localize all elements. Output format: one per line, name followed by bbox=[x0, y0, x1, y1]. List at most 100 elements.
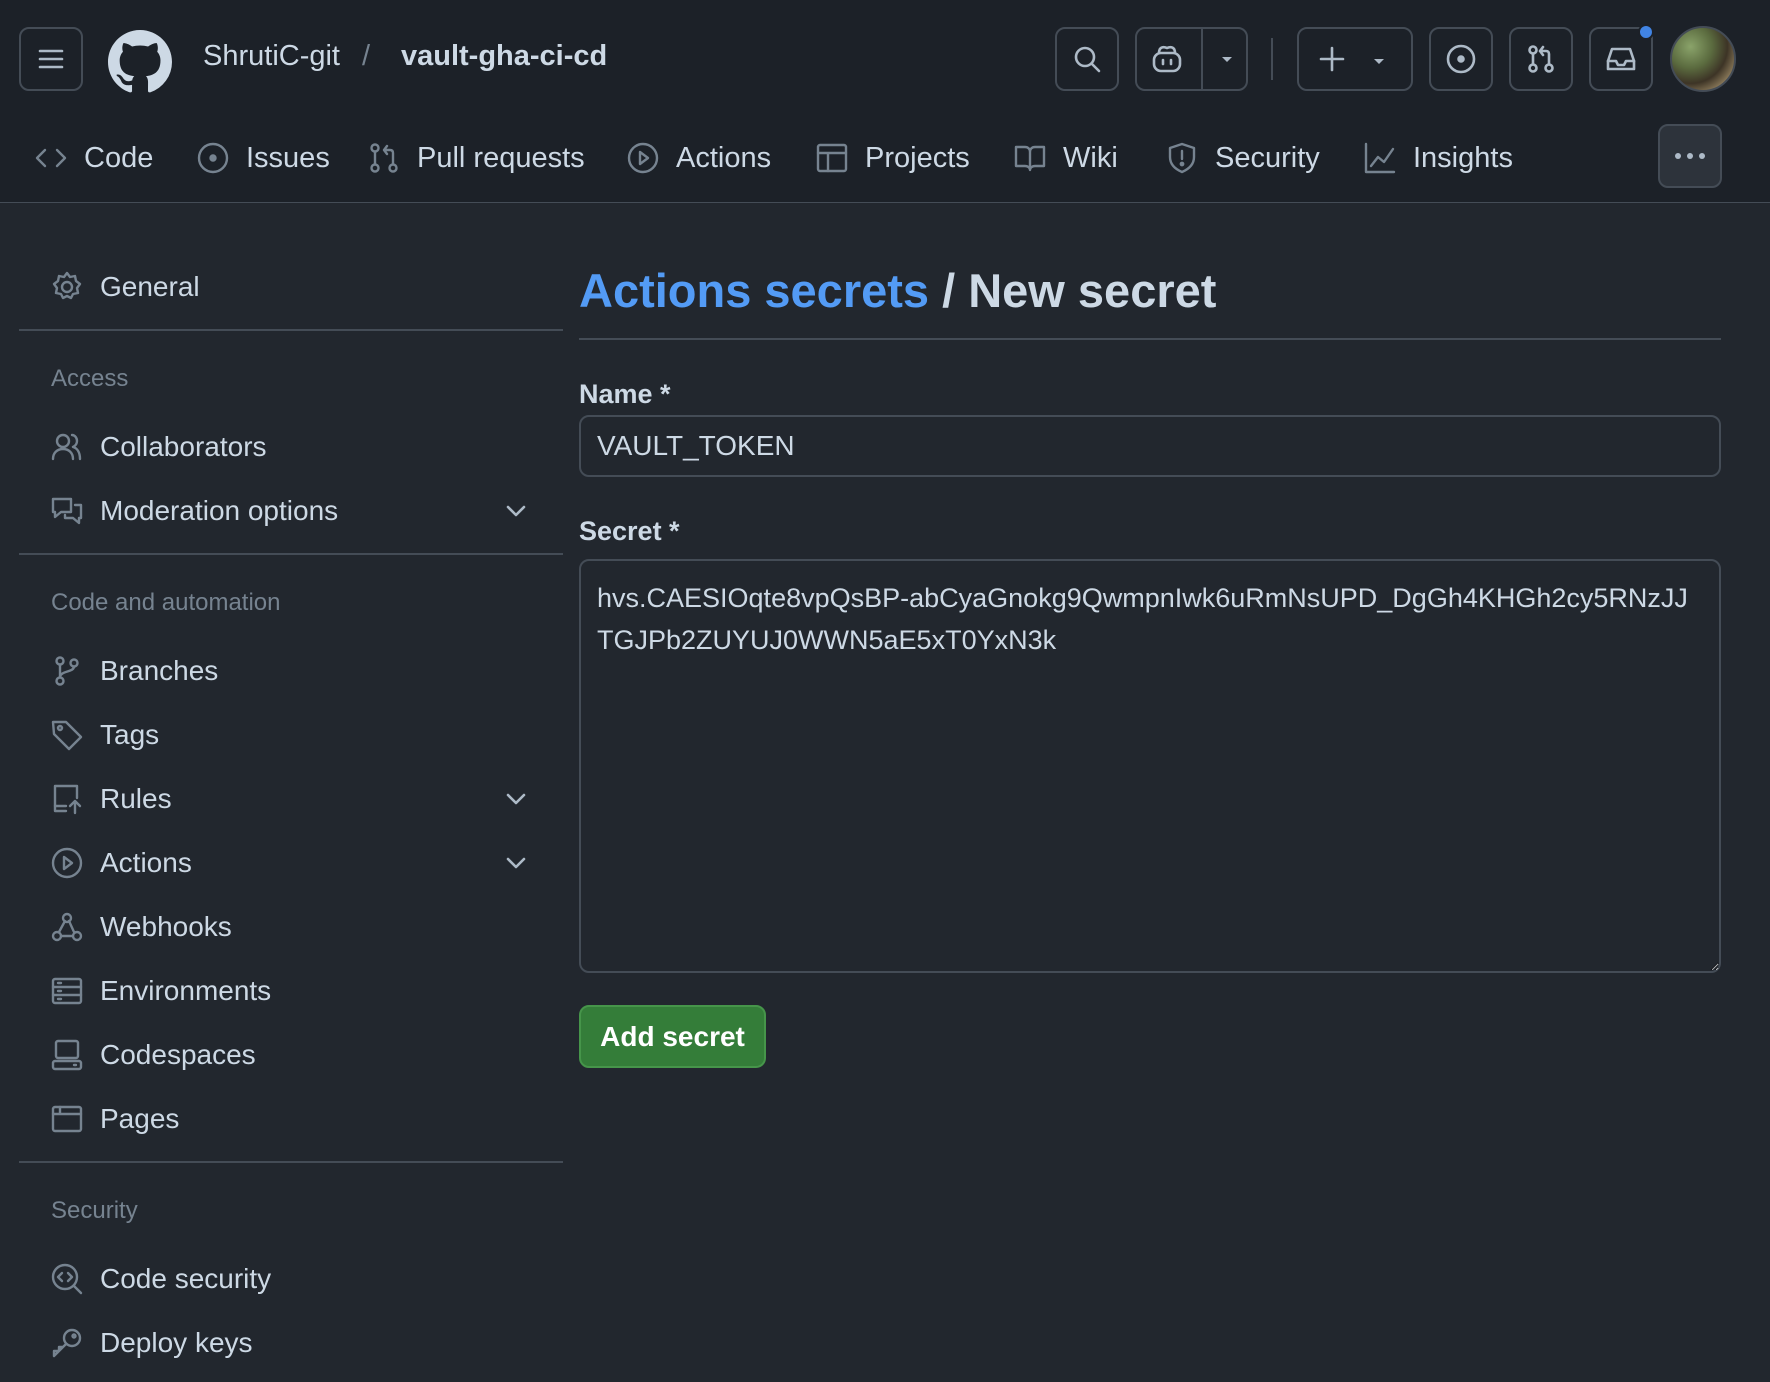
sidebar-item-branches[interactable]: Branches bbox=[50, 649, 530, 693]
tab-label: Code bbox=[84, 141, 154, 174]
book-icon bbox=[1014, 145, 1046, 172]
tab-label: Issues bbox=[246, 141, 330, 174]
tab-label: Projects bbox=[865, 141, 970, 174]
sidebar-item-rules[interactable]: Rules bbox=[50, 777, 530, 821]
sidebar-item-label: Pages bbox=[100, 1103, 180, 1134]
sidebar-item-code-security[interactable]: Code security bbox=[50, 1257, 530, 1301]
page-title: Actions secrets / New secret bbox=[579, 263, 1216, 318]
issue-opened-icon bbox=[1446, 44, 1476, 74]
tab-projects[interactable]: Projects bbox=[815, 136, 970, 180]
issues-button[interactable] bbox=[1429, 27, 1493, 91]
sidebar-item-pages[interactable]: Pages bbox=[50, 1097, 530, 1141]
shield-icon bbox=[1168, 142, 1196, 174]
people-icon bbox=[51, 433, 82, 461]
tab-pull-requests[interactable]: Pull requests bbox=[367, 136, 585, 180]
table-icon bbox=[816, 143, 848, 173]
play-icon bbox=[627, 142, 659, 174]
split-divider bbox=[1201, 29, 1203, 89]
sidebar-item-actions[interactable]: Actions bbox=[50, 841, 530, 885]
sidebar-item-moderation[interactable]: Moderation options bbox=[50, 489, 530, 533]
sidebar-item-environments[interactable]: Environments bbox=[50, 969, 530, 1013]
secret-textarea[interactable]: hvs.CAESIOqte8vpQsBP-abCyaGnokg9QwmpnIwk… bbox=[579, 559, 1721, 973]
menu-button[interactable] bbox=[19, 27, 83, 91]
sidebar-item-label: Rules bbox=[100, 783, 172, 814]
search-button[interactable] bbox=[1055, 27, 1119, 91]
sidebar-divider bbox=[19, 329, 563, 331]
codespaces-icon bbox=[51, 1039, 83, 1071]
sidebar-item-deploy-keys[interactable]: Deploy keys bbox=[50, 1321, 530, 1365]
sidebar-item-label: Tags bbox=[100, 719, 160, 750]
git-pull-request-icon bbox=[1528, 45, 1554, 73]
sidebar-item-label: General bbox=[100, 271, 200, 302]
github-logo[interactable] bbox=[108, 30, 172, 94]
triangle-down-icon[interactable] bbox=[1217, 49, 1237, 69]
graph-icon bbox=[1364, 142, 1396, 174]
create-new-button[interactable] bbox=[1297, 27, 1413, 91]
path-separator: / bbox=[362, 40, 371, 72]
gear-icon bbox=[52, 271, 82, 300]
title-divider bbox=[579, 338, 1721, 340]
copilot-icon bbox=[1152, 45, 1182, 73]
pull-requests-button[interactable] bbox=[1509, 27, 1573, 91]
sidebar-item-label: Deploy keys bbox=[100, 1327, 253, 1358]
more-tabs-button[interactable] bbox=[1658, 124, 1722, 188]
tab-label: Actions bbox=[676, 141, 772, 174]
sidebar-item-general[interactable]: General bbox=[50, 265, 530, 309]
git-branch-icon bbox=[55, 656, 79, 686]
chevron-down-icon[interactable] bbox=[502, 785, 530, 813]
header-divider bbox=[1271, 38, 1273, 80]
tab-insights[interactable]: Insights bbox=[1363, 136, 1513, 180]
tag-icon bbox=[51, 720, 83, 751]
sidebar-item-collaborators[interactable]: Collaborators bbox=[50, 425, 530, 469]
git-pull-request-icon bbox=[370, 143, 398, 173]
sidebar-item-label: Collaborators bbox=[100, 431, 267, 462]
breadcrumb-link[interactable]: Actions secrets bbox=[579, 264, 929, 317]
code-icon bbox=[35, 148, 67, 168]
tab-actions[interactable]: Actions bbox=[626, 136, 771, 180]
sidebar-item-label: Environments bbox=[100, 975, 272, 1006]
chevron-down-icon[interactable] bbox=[502, 497, 530, 525]
codescan-icon bbox=[51, 1263, 83, 1295]
name-input[interactable] bbox=[579, 415, 1721, 477]
tab-label: Security bbox=[1215, 141, 1320, 174]
sidebar-divider bbox=[19, 1161, 563, 1163]
search-icon bbox=[1074, 46, 1101, 73]
sidebar-item-label: Webhooks bbox=[100, 911, 232, 942]
sidebar-item-webhooks[interactable]: Webhooks bbox=[50, 905, 530, 949]
tab-security[interactable]: Security bbox=[1165, 136, 1320, 180]
tab-wiki[interactable]: Wiki bbox=[1013, 136, 1118, 180]
tab-issues[interactable]: Issues bbox=[196, 136, 330, 180]
kebab-icon bbox=[1675, 153, 1681, 159]
top-bar: ShrutiC-git / vault-gha-ci-cd Code Issue… bbox=[0, 0, 1770, 203]
owner-link[interactable]: ShrutiC-git bbox=[203, 40, 340, 73]
repo-push-icon bbox=[53, 784, 82, 815]
comment-discussion-icon bbox=[51, 497, 83, 525]
add-secret-button[interactable]: Add secret bbox=[579, 1005, 766, 1068]
copilot-button[interactable] bbox=[1135, 27, 1248, 91]
repo-link[interactable]: vault-gha-ci-cd bbox=[401, 40, 607, 73]
notification-dot bbox=[1638, 24, 1654, 40]
breadcrumb-current: / New secret bbox=[942, 264, 1217, 317]
webhook-icon bbox=[51, 912, 83, 942]
sidebar-item-codespaces[interactable]: Codespaces bbox=[50, 1033, 530, 1077]
name-label: Name * bbox=[579, 379, 671, 409]
sidebar-divider bbox=[19, 553, 563, 555]
sidebar-item-label: Code security bbox=[100, 1263, 272, 1294]
sidebar-group-security: Security bbox=[51, 1197, 138, 1224]
tab-label: Wiki bbox=[1063, 141, 1118, 174]
browser-icon bbox=[51, 1105, 83, 1133]
repo-nav: Code Issues Pull requests Actions Projec… bbox=[0, 118, 1770, 203]
hamburger-icon bbox=[38, 49, 64, 69]
chevron-down-icon[interactable] bbox=[502, 849, 530, 877]
tab-code[interactable]: Code bbox=[34, 136, 153, 180]
inbox-icon bbox=[1606, 47, 1636, 71]
server-icon bbox=[51, 977, 83, 1005]
avatar[interactable] bbox=[1670, 26, 1736, 92]
sidebar-group-code-automation: Code and automation bbox=[51, 589, 281, 616]
global-header: ShrutiC-git / vault-gha-ci-cd bbox=[0, 0, 1770, 118]
sidebar-item-tags[interactable]: Tags bbox=[50, 713, 530, 757]
sidebar-item-label: Codespaces bbox=[100, 1039, 256, 1070]
sidebar-item-label: Moderation options bbox=[100, 495, 339, 526]
secret-label: Secret * bbox=[579, 516, 680, 546]
key-icon bbox=[52, 1328, 82, 1358]
